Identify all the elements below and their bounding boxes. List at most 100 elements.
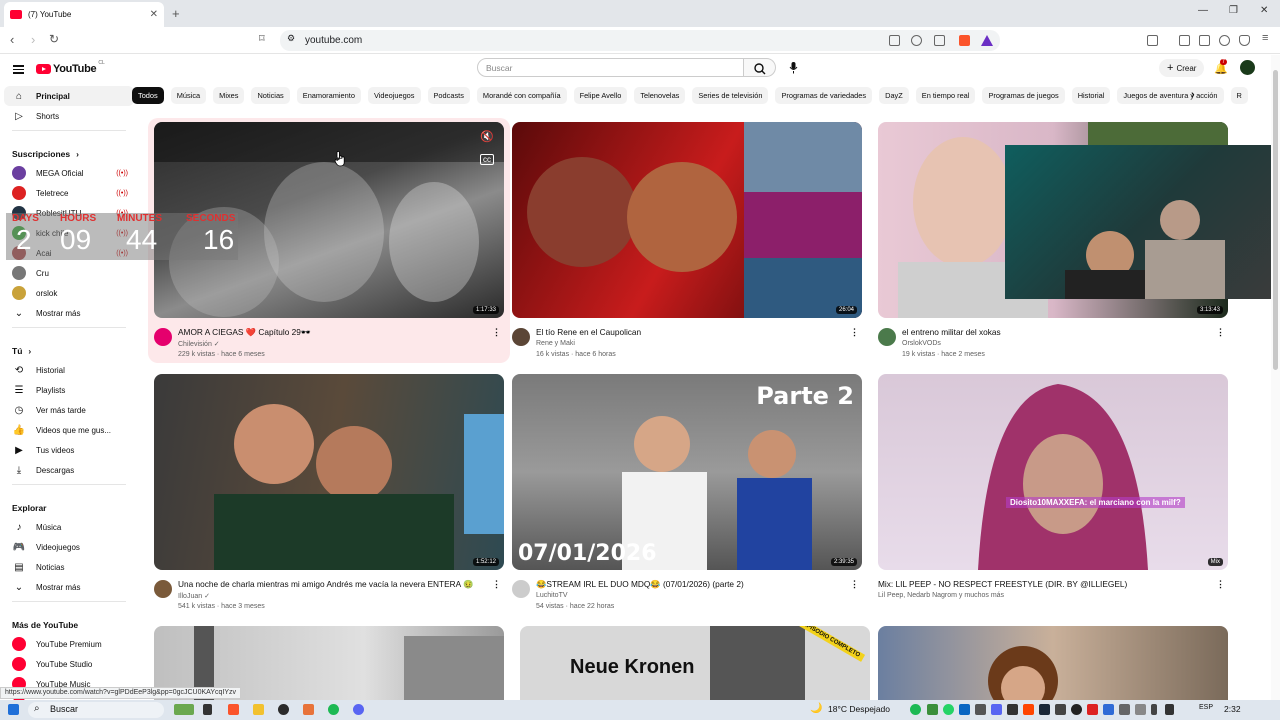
language-indicator[interactable]: ESP	[1199, 704, 1213, 711]
widgets-icon[interactable]	[174, 704, 194, 715]
brave-shields-icon[interactable]	[959, 35, 970, 46]
video-title[interactable]: El tío Rene en el Caupolican	[536, 327, 841, 337]
filter-chip[interactable]: Música	[170, 87, 207, 104]
filter-chip[interactable]: Historial	[1071, 87, 1111, 104]
more-from-youtube-header[interactable]: Más de YouTube	[4, 606, 134, 634]
brave-browser-icon[interactable]	[228, 704, 239, 715]
close-tab-icon[interactable]: ✕	[150, 9, 158, 20]
tray-battery-icon[interactable]	[1165, 704, 1174, 715]
tab-manager-icon[interactable]	[1147, 35, 1158, 46]
sidebar-item-explore[interactable]: ♪ Música	[4, 517, 134, 537]
sidebar-item-you[interactable]: ☰ Playlists	[4, 380, 134, 400]
wallet-icon[interactable]	[1199, 35, 1210, 46]
filter-chip[interactable]: Series de televisión	[692, 87, 769, 104]
chips-next-arrow-icon[interactable]: ›	[1191, 89, 1195, 101]
forward-icon[interactable]: ›	[31, 32, 35, 47]
reload-icon[interactable]: ↻	[49, 32, 59, 46]
channel-avatar[interactable]	[878, 328, 896, 346]
tray-headphones-icon[interactable]	[975, 704, 986, 715]
video-title[interactable]: 😂STREAM IRL EL DUO MDQ😂 (07/01/2026) (pa…	[536, 579, 841, 590]
youtube-logo[interactable]: YouTube CL	[36, 60, 105, 75]
youtube-app-item[interactable]: YouTube Premium	[4, 634, 134, 654]
tray-icon[interactable]	[927, 704, 938, 715]
subscriptions-header[interactable]: Suscripciones ›	[4, 135, 134, 163]
sidebar-item-home[interactable]: ⌂ Principal	[4, 86, 134, 106]
filter-chip[interactable]: Felipe Avello	[573, 87, 628, 104]
create-button[interactable]: + Crear	[1159, 59, 1205, 77]
leo-ai-icon[interactable]	[1219, 35, 1230, 46]
sidebar-item-you[interactable]: ◷ Ver más tarde	[4, 400, 134, 420]
share-icon[interactable]	[934, 35, 945, 46]
subscription-item[interactable]: orslok	[4, 283, 134, 303]
voice-search-button[interactable]	[787, 61, 800, 74]
sidebar-item-explore[interactable]: 🎮 Videojuegos	[4, 537, 134, 557]
video-thumbnail[interactable]: Diosito10MAXXEFA: el marciano con la mil…	[878, 374, 1228, 570]
subscription-item[interactable]: Teletrece ((•))	[4, 183, 134, 203]
minimize-icon[interactable]: —	[1198, 5, 1208, 16]
zoom-icon[interactable]	[911, 35, 922, 46]
more-actions-icon[interactable]: ⋮	[1216, 579, 1225, 590]
channel-name[interactable]: Chilevisión ✓	[178, 340, 220, 348]
scrollbar-thumb[interactable]	[1273, 70, 1278, 370]
filter-chip[interactable]: Todos	[132, 87, 164, 104]
bookmark-icon[interactable]: ⌑	[259, 32, 265, 45]
filter-chip[interactable]: Juegos de aventura y acción	[1117, 87, 1224, 104]
tray-discord-icon[interactable]	[991, 704, 1002, 715]
tray-mic-icon[interactable]	[1151, 704, 1157, 715]
channel-name[interactable]: Lil Peep, Nedarb Nagrom y muchos más	[878, 592, 1004, 599]
video-thumbnail[interactable]: 1:52:12	[154, 374, 504, 570]
explore-header[interactable]: Explorar	[4, 489, 134, 517]
subscription-item[interactable]: MEGA Oficial ((•))	[4, 163, 134, 183]
filter-chip[interactable]: R	[1230, 87, 1248, 104]
site-info-icon[interactable]: ⚙	[287, 33, 295, 44]
task-view-icon[interactable]	[203, 704, 212, 715]
show-more-button[interactable]: ⌄ Mostrar más	[4, 577, 134, 597]
video-thumbnail[interactable]: Parte 2 07/01/2026 2:39:35	[512, 374, 862, 570]
channel-name[interactable]: LuchitoTV	[536, 592, 568, 599]
tray-icon[interactable]	[1103, 704, 1114, 715]
browser-tab[interactable]: (7) YouTube ✕	[4, 2, 164, 27]
sidebar-item-you[interactable]: 👍 Videos que me gus...	[4, 420, 134, 440]
tray-icon[interactable]	[1055, 704, 1066, 715]
sidebar-item-you[interactable]: ⤓ Descargas	[4, 460, 134, 480]
restore-icon[interactable]: ❐	[1229, 5, 1238, 16]
video-title[interactable]: AMOR A CIEGAS ❤️ Capítulo 29🕶️	[178, 327, 483, 338]
more-actions-icon[interactable]: ⋮	[1216, 327, 1225, 338]
guide-menu-icon[interactable]	[13, 63, 24, 76]
taskbar-search[interactable]: ⌕ Buscar	[28, 702, 164, 718]
sidebar-item-shorts[interactable]: ▷ Shorts	[4, 106, 134, 126]
tray-icon[interactable]	[1023, 704, 1034, 715]
channel-avatar[interactable]	[512, 580, 530, 598]
close-window-icon[interactable]: ✕	[1260, 5, 1268, 16]
channel-name[interactable]: Rene y Maki	[536, 340, 575, 347]
video-thumbnail[interactable]	[878, 626, 1228, 700]
youtube-app-item[interactable]: YouTube Studio	[4, 654, 134, 674]
more-actions-icon[interactable]: ⋮	[492, 579, 501, 590]
menu-icon[interactable]: ≡	[1262, 32, 1268, 44]
video-thumbnail[interactable]: Neue Kronen EPISODIO COMPLETO	[520, 626, 870, 700]
rewards-icon[interactable]	[981, 35, 993, 46]
video-title[interactable]: el entreno militar del xokas	[902, 327, 1207, 337]
more-actions-icon[interactable]: ⋮	[850, 579, 859, 590]
channel-name[interactable]: OrslokVODs	[902, 340, 941, 347]
captions-icon[interactable]: cc	[480, 154, 494, 165]
windows-start-icon[interactable]	[8, 704, 19, 715]
subscription-item[interactable]: Cru	[4, 263, 134, 283]
filter-chip[interactable]: Podcasts	[427, 87, 470, 104]
cast-icon[interactable]	[889, 35, 900, 46]
tray-icon[interactable]	[1135, 704, 1146, 715]
show-more-button[interactable]: ⌄ Mostrar más	[4, 303, 134, 323]
tray-spotify-icon[interactable]	[910, 704, 921, 715]
filter-chip[interactable]: En tiempo real	[915, 87, 976, 104]
channel-name[interactable]: IlloJuan ✓	[178, 592, 210, 600]
taskbar-clock[interactable]: 2:32	[1224, 704, 1241, 714]
filter-chip[interactable]: Telenovelas	[634, 87, 686, 104]
new-tab-icon[interactable]: +	[172, 6, 180, 21]
you-header[interactable]: Tú ›	[4, 332, 134, 360]
filter-chip[interactable]: DayZ	[879, 87, 909, 104]
spotify-icon[interactable]	[328, 704, 339, 715]
search-input[interactable]: Buscar	[477, 58, 744, 77]
video-title[interactable]: Mix: LIL PEEP - NO RESPECT FREESTYLE (DI…	[878, 579, 1183, 589]
channel-avatar[interactable]	[154, 328, 172, 346]
channel-avatar[interactable]	[154, 580, 172, 598]
